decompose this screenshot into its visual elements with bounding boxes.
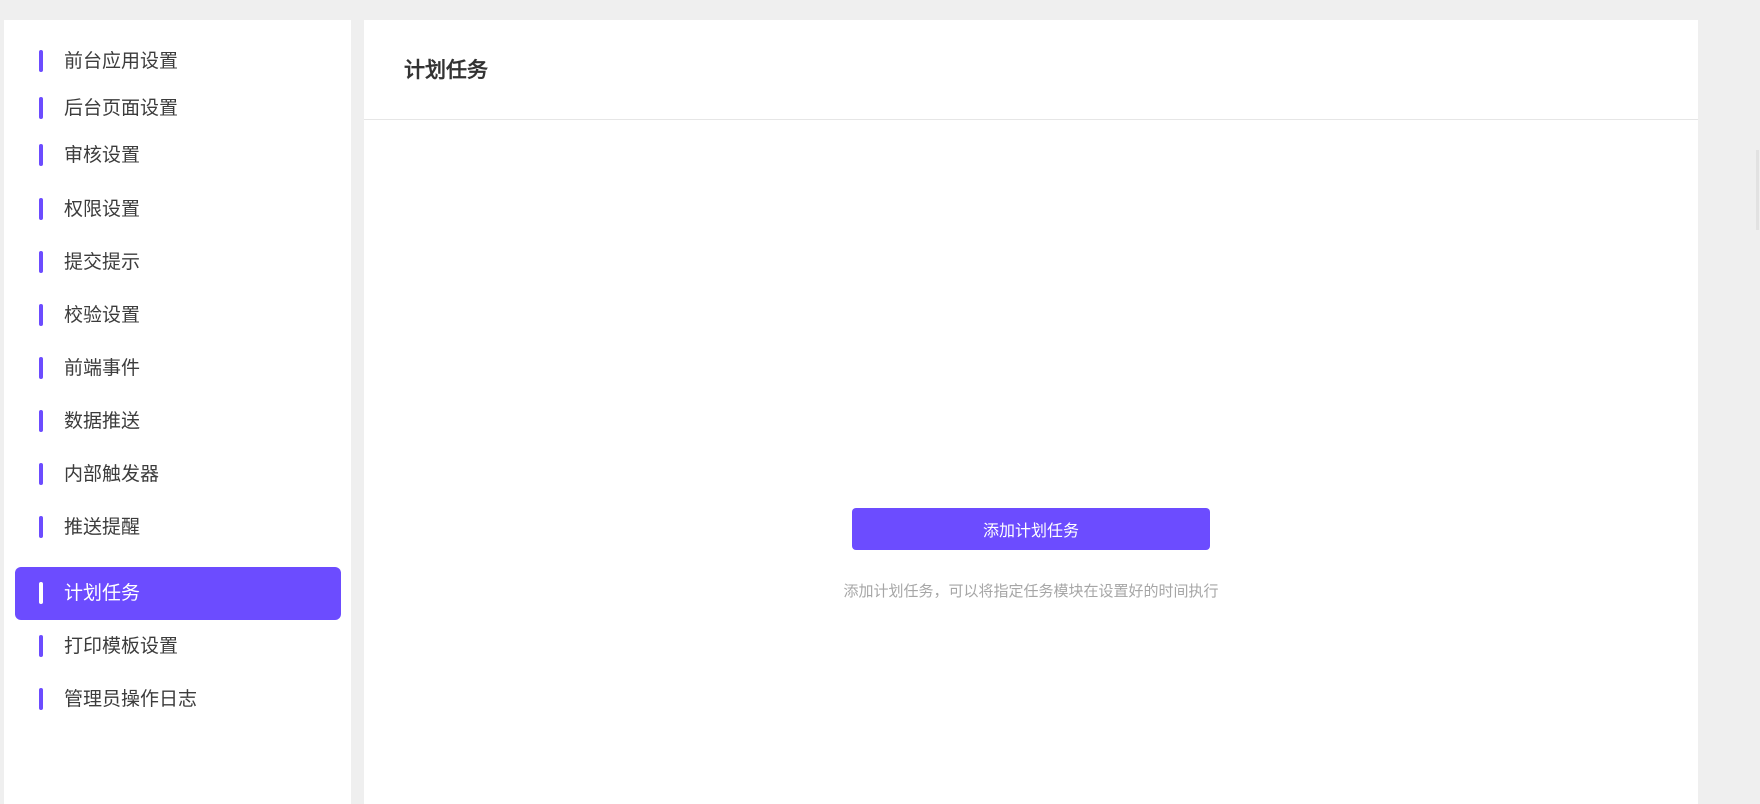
- sidebar-item-label: 权限设置: [64, 198, 141, 220]
- sidebar-item-marker: [39, 251, 43, 273]
- sidebar-item-label: 提交提示: [64, 251, 141, 273]
- sidebar-item-label: 数据推送: [64, 410, 141, 432]
- sidebar-item-submit-prompt[interactable]: 提交提示: [15, 236, 341, 289]
- sidebar-item-push-reminders[interactable]: 推送提醒: [15, 501, 341, 554]
- sidebar-item-label: 校验设置: [64, 304, 141, 326]
- sidebar-item-marker: [39, 97, 43, 119]
- sidebar-item-label: 后台页面设置: [64, 97, 179, 119]
- sidebar-item-label: 内部触发器: [64, 463, 160, 485]
- sidebar-item-data-push[interactable]: 数据推送: [15, 395, 341, 448]
- sidebar-item-review-settings[interactable]: 审核设置: [15, 129, 341, 182]
- add-scheduled-task-button[interactable]: 添加计划任务: [852, 508, 1210, 550]
- sidebar-item-frontend-app-settings[interactable]: 前台应用设置: [15, 35, 341, 88]
- sidebar-item-marker: [39, 635, 43, 657]
- sidebar-item-backend-page-settings[interactable]: 后台页面设置: [15, 82, 341, 135]
- sidebar-item-label: 打印模板设置: [64, 635, 179, 657]
- sidebar-item-label: 前台应用设置: [64, 50, 179, 72]
- scrollbar-edge[interactable]: [1756, 150, 1759, 230]
- sidebar-item-label: 审核设置: [64, 144, 141, 166]
- sidebar-item-scheduled-tasks[interactable]: 计划任务: [15, 567, 341, 620]
- main-panel: 计划任务 添加计划任务 添加计划任务，可以将指定任务模块在设置好的时间执行: [364, 20, 1698, 804]
- sidebar-item-label: 计划任务: [64, 582, 141, 604]
- sidebar-item-marker: [39, 304, 43, 326]
- sidebar-item-marker: [39, 357, 43, 379]
- sidebar-item-marker: [39, 688, 43, 710]
- sidebar-item-marker: [39, 463, 43, 485]
- sidebar-item-label: 推送提醒: [64, 516, 141, 538]
- sidebar-item-print-template-settings[interactable]: 打印模板设置: [15, 620, 341, 673]
- sidebar-item-marker: [39, 516, 43, 538]
- sidebar-item-marker: [39, 198, 43, 220]
- sidebar-item-marker: [39, 410, 43, 432]
- main-header: 计划任务: [364, 20, 1698, 120]
- sidebar-item-internal-triggers[interactable]: 内部触发器: [15, 448, 341, 501]
- empty-state-hint: 添加计划任务，可以将指定任务模块在设置好的时间执行: [843, 582, 1219, 600]
- sidebar-item-marker: [39, 144, 43, 166]
- sidebar-item-label: 管理员操作日志: [64, 688, 198, 710]
- sidebar-item-marker: [39, 582, 43, 604]
- sidebar-item-validation-settings[interactable]: 校验设置: [15, 289, 341, 342]
- settings-sidebar: 前台应用设置 后台页面设置 审核设置 权限设置 提交提示 校验设置 前端事件 数…: [4, 20, 351, 804]
- sidebar-item-marker: [39, 50, 43, 72]
- sidebar-item-permission-settings[interactable]: 权限设置: [15, 183, 341, 236]
- sidebar-item-admin-operation-log[interactable]: 管理员操作日志: [15, 673, 341, 726]
- page: 前台应用设置 后台页面设置 审核设置 权限设置 提交提示 校验设置 前端事件 数…: [0, 0, 1760, 804]
- sidebar-item-label: 前端事件: [64, 357, 141, 379]
- sidebar-item-frontend-events[interactable]: 前端事件: [15, 342, 341, 395]
- page-title: 计划任务: [404, 58, 488, 82]
